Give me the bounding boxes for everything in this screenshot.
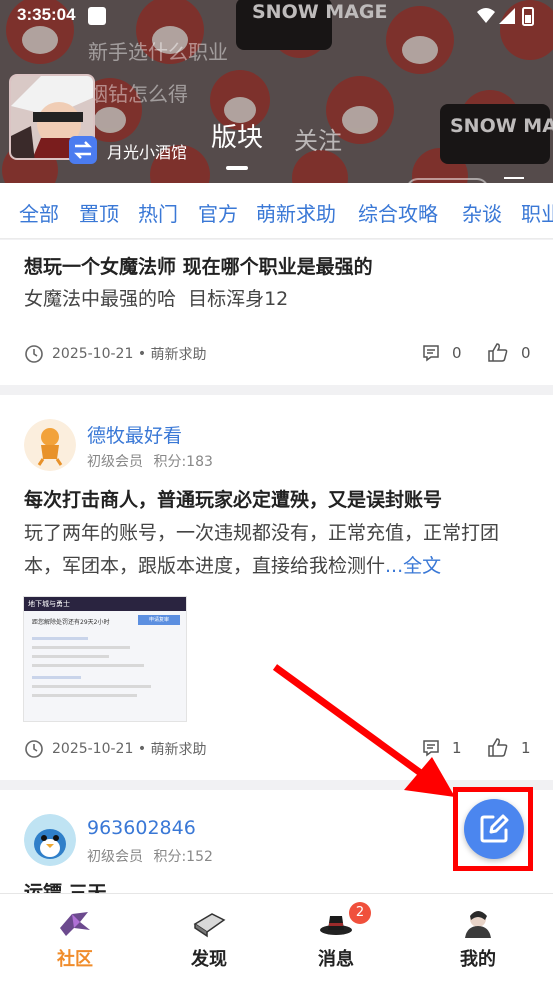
clock-icon bbox=[25, 740, 43, 758]
post-body: 女魔法中最强的哈 目标浑身12 bbox=[24, 288, 289, 310]
comment-icon bbox=[423, 345, 439, 362]
like-count[interactable]: 1 bbox=[487, 737, 531, 758]
thumbnail-text: 距您解除处罚还有29天2小时 bbox=[32, 619, 110, 626]
post-card[interactable]: 想玩一个女魔法师 现在哪个职业是最强的 女魔法中最强的哈 目标浑身12 2025… bbox=[0, 240, 553, 385]
profile-icon bbox=[465, 911, 491, 938]
switch-server-button[interactable] bbox=[69, 136, 97, 164]
comment-count-value: 1 bbox=[452, 739, 462, 757]
tab-follow[interactable]: 关注 bbox=[294, 121, 342, 156]
post-body: 玩了两年的账号，一次违规都没有，正常充值，正常打团本，军团本，跟版本进度，直接给… bbox=[24, 517, 530, 583]
comment-count-value: 0 bbox=[452, 344, 462, 362]
avatar-image bbox=[24, 419, 76, 471]
meta-separator: • bbox=[133, 741, 151, 757]
nav-discover[interactable]: 发现 bbox=[154, 894, 264, 984]
member-points: 积分:152 bbox=[153, 849, 213, 865]
post-card[interactable]: 德牧最好看 初级会员 积分:183 每次打击商人，普通玩家必定遭殃，又是误封账号… bbox=[0, 395, 553, 780]
thumbs-up-icon bbox=[488, 738, 508, 757]
comment-count[interactable]: 1 bbox=[422, 739, 462, 757]
category-tabs: 全部 置顶 热门 官方 萌新求助 综合攻略 杂谈 职业 bbox=[0, 183, 553, 239]
post-date: 2025-10-21 bbox=[52, 346, 134, 362]
post-meta: 2025-10-21 • 萌新求助 bbox=[24, 739, 207, 759]
annotation-highlight-box bbox=[453, 787, 533, 871]
meta-separator: • bbox=[133, 346, 151, 362]
status-icons bbox=[477, 7, 534, 26]
discover-icon bbox=[193, 913, 226, 938]
notification-icon bbox=[88, 7, 106, 25]
search-hint-line-1: 新手选什么职业 bbox=[88, 40, 228, 64]
post-date: 2025-10-21 bbox=[52, 741, 134, 757]
post-thumbnail[interactable]: 地下城与勇士 距您解除处罚还有29天2小时 申请复审 bbox=[23, 596, 187, 722]
messages-icon bbox=[320, 916, 352, 935]
category-chat[interactable]: 杂谈 bbox=[462, 198, 502, 227]
status-time: 3:35:04 bbox=[17, 5, 76, 24]
thumbs-up-icon bbox=[488, 343, 508, 362]
comment-icon bbox=[423, 740, 439, 757]
thumbnail-button: 申请复审 bbox=[138, 615, 180, 625]
clock-icon bbox=[25, 345, 43, 363]
status-bar: 3:35:04 bbox=[0, 0, 553, 32]
member-level: 初级会员 bbox=[87, 454, 143, 470]
nav-label: 社区 bbox=[57, 949, 93, 970]
tab-board[interactable]: 版块 bbox=[211, 117, 263, 154]
like-count-value: 0 bbox=[521, 343, 531, 362]
post-title: 每次打击商人，普通玩家必定遭殃，又是误封账号 bbox=[24, 489, 443, 511]
avatar[interactable] bbox=[24, 419, 76, 471]
like-count[interactable]: 0 bbox=[487, 342, 531, 363]
forum-header-banner: SNOW MAGE SNOW MAGE 3:35:04 新手选什么职业 烟钻怎么… bbox=[0, 0, 553, 183]
member-points: 积分:183 bbox=[153, 454, 213, 470]
author-name[interactable]: 德牧最好看 bbox=[87, 421, 182, 448]
server-name[interactable]: 月光小酒馆 bbox=[107, 139, 187, 163]
author-name[interactable]: 963602846 bbox=[87, 817, 196, 839]
thumbnail-lines bbox=[32, 631, 172, 711]
wifi-icon bbox=[477, 8, 495, 23]
switch-arrows-icon bbox=[74, 141, 92, 159]
comment-count[interactable]: 0 bbox=[422, 344, 462, 362]
nav-label: 发现 bbox=[191, 949, 227, 970]
nav-profile[interactable]: 我的 bbox=[423, 894, 533, 984]
member-level: 初级会员 bbox=[87, 849, 143, 865]
post-tag: 萌新求助 bbox=[150, 347, 207, 363]
nav-community[interactable]: 社区 bbox=[20, 894, 130, 984]
community-icon bbox=[60, 912, 90, 936]
post-title: 运镖 三天 bbox=[24, 882, 107, 893]
nav-label: 消息 bbox=[318, 949, 354, 970]
category-newbie-help[interactable]: 萌新求助 bbox=[256, 198, 336, 227]
signal-icon bbox=[499, 8, 515, 24]
like-count-value: 1 bbox=[521, 738, 531, 757]
nav-label: 我的 bbox=[460, 949, 496, 970]
post-meta: 2025-10-21 • 萌新求助 bbox=[24, 344, 207, 364]
author-level: 初级会员 积分:152 bbox=[87, 846, 213, 866]
notification-badge: 2 bbox=[349, 902, 371, 924]
nav-messages[interactable]: 2 消息 bbox=[281, 894, 391, 984]
post-tag: 萌新求助 bbox=[150, 742, 207, 758]
avatar-image bbox=[24, 814, 76, 866]
category-hot[interactable]: 热门 bbox=[138, 198, 178, 227]
category-class[interactable]: 职业 bbox=[521, 198, 553, 227]
category-official[interactable]: 官方 bbox=[198, 198, 238, 227]
search-hint-line-2: 烟钻怎么得 bbox=[88, 82, 188, 106]
active-tab-indicator bbox=[226, 166, 248, 170]
read-more-link[interactable]: ...全文 bbox=[385, 555, 441, 577]
category-guides[interactable]: 综合攻略 bbox=[358, 198, 438, 227]
category-all[interactable]: 全部 bbox=[19, 198, 59, 227]
thumbnail-heading: 地下城与勇士 bbox=[24, 597, 186, 611]
bottom-navigation: 社区 发现 2 消息 我的 bbox=[0, 893, 553, 984]
category-pinned[interactable]: 置顶 bbox=[79, 198, 119, 227]
post-title: 想玩一个女魔法师 现在哪个职业是最强的 bbox=[24, 256, 373, 278]
author-level: 初级会员 积分:183 bbox=[87, 451, 213, 471]
avatar[interactable] bbox=[24, 814, 76, 866]
